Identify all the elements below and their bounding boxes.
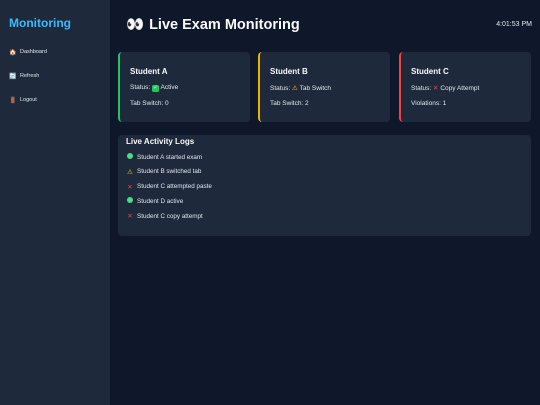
check-mark-icon: ✓ — [152, 85, 160, 92]
log-text: Student C attempted paste — [137, 183, 212, 191]
student-cards: Student A Status: ✓ Active Tab Switch: 0… — [118, 52, 531, 122]
nav-logout[interactable]: 🚪 Logout — [9, 94, 101, 106]
green-circle-icon — [126, 153, 134, 161]
warning-icon: ⚠ — [292, 85, 298, 92]
nav-refresh-label: Refresh — [20, 73, 40, 79]
status-label: Status: — [130, 84, 151, 91]
student-card-c: Student C Status: ✕ Copy Attempt Violati… — [399, 52, 531, 122]
student-status: Status: ✓ Active — [130, 84, 240, 92]
student-name: Student B — [270, 67, 308, 76]
status-value: Copy Attempt — [440, 85, 480, 92]
activity-log-panel: Live Activity Logs Student A started exa… — [118, 135, 531, 236]
student-name: Student A — [130, 67, 168, 76]
status-label: Status: — [270, 85, 291, 92]
student-status: Status: ✕ Copy Attempt — [411, 84, 521, 92]
student-status: Status: ⚠ Tab Switch — [270, 84, 380, 92]
page-title-text: Live Exam Monitoring — [149, 16, 300, 33]
eyes-icon: 👀 — [126, 17, 145, 33]
log-item: ✕ Student C copy attempt — [126, 212, 523, 221]
page-title: 👀 Live Exam Monitoring — [126, 16, 300, 34]
log-item: Student D active — [126, 197, 523, 205]
cross-mark-icon: ✕ — [433, 85, 439, 92]
student-metric: Tab Switch: 0 — [130, 100, 169, 107]
log-text: Student D active — [137, 197, 184, 205]
warning-icon: ⚠ — [127, 168, 133, 176]
logout-door-icon: 🚪 — [9, 97, 17, 104]
student-card-b: Student B Status: ⚠ Tab Switch Tab Switc… — [258, 52, 390, 122]
brand-title: Monitoring — [9, 16, 71, 30]
student-metric: Violations: 1 — [411, 100, 447, 107]
green-circle-icon — [126, 197, 134, 205]
nav-refresh[interactable]: 🔄 Refresh — [9, 70, 101, 82]
refresh-icon: 🔄 — [9, 73, 17, 80]
status-value: Tab Switch — [299, 85, 332, 92]
log-item: ✕ Student C attempted paste — [126, 183, 523, 191]
status-value: Active — [160, 84, 179, 91]
log-text: Student A started exam — [137, 153, 203, 161]
log-item: Student A started exam — [126, 153, 523, 161]
student-name: Student C — [411, 67, 449, 76]
nav-dashboard[interactable]: 🏠 Dashboard — [9, 46, 101, 58]
student-card-a: Student A Status: ✓ Active Tab Switch: 0 — [118, 52, 250, 122]
clock: 4:01:53 PM — [496, 21, 532, 28]
nav-logout-label: Logout — [20, 97, 37, 103]
log-text: Student C copy attempt — [137, 212, 203, 220]
cross-mark-icon: ✕ — [127, 213, 133, 221]
nav-dashboard-label: Dashboard — [20, 49, 47, 55]
home-icon: 🏠 — [9, 49, 17, 56]
activity-log-title: Live Activity Logs — [126, 137, 195, 146]
header: 👀 Live Exam Monitoring 4:01:53 PM — [118, 0, 532, 50]
cross-mark-icon: ✕ — [127, 183, 133, 191]
student-metric: Tab Switch: 2 — [270, 100, 309, 107]
sidebar: Monitoring 🏠 Dashboard 🔄 Refresh 🚪 Logou… — [0, 0, 110, 405]
main-content: 👀 Live Exam Monitoring 4:01:53 PM Studen… — [110, 0, 540, 405]
log-item: ⚠ Student B switched tab — [126, 168, 523, 176]
log-text: Student B switched tab — [137, 168, 202, 176]
status-label: Status: — [411, 85, 432, 92]
